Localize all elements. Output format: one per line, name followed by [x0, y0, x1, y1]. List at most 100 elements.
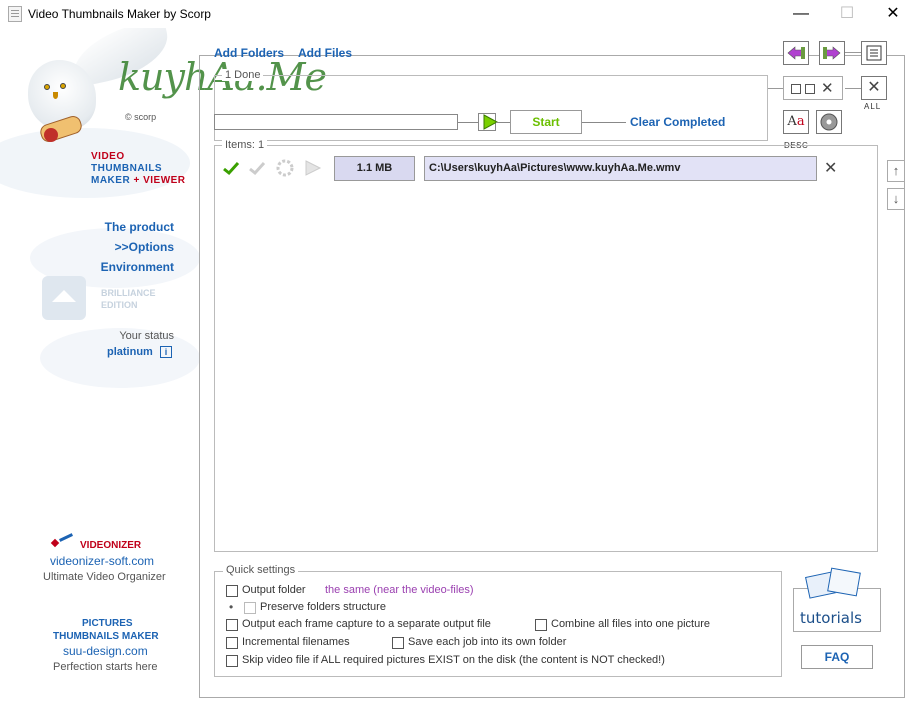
play-button[interactable] — [478, 113, 499, 131]
gear-gray-icon[interactable] — [274, 157, 296, 179]
promo-ptm-tag: Perfection starts here — [53, 661, 158, 673]
progress-group — [214, 75, 768, 141]
promo-videonizer-title: VIDEONIZER — [80, 540, 142, 551]
quick-settings-label: Quick settings — [223, 564, 299, 576]
list-view-button[interactable] — [861, 41, 887, 65]
table-row[interactable]: 1.1 MB C:\Users\kuyhAa\Pictures\www.kuyh… — [222, 156, 837, 182]
incremental-checkbox[interactable] — [226, 637, 238, 649]
app-icon — [8, 6, 22, 22]
connector-line — [458, 122, 478, 123]
tutorials-label[interactable]: tutorials — [800, 609, 862, 627]
skip-video-label: Skip video file if ALL required pictures… — [242, 654, 665, 666]
square-icon — [791, 84, 801, 94]
brand-maker: MAKER — [91, 175, 131, 186]
picture-frame-icon — [827, 567, 861, 597]
sidebar: © scorp VIDEO THUMBNAILS MAKER + VIEWER … — [0, 28, 200, 721]
save-each-job-label: Save each job into its own folder — [408, 636, 567, 648]
connector-line — [582, 122, 626, 123]
promo-videonizer-link[interactable]: videonizer-soft.com — [50, 554, 154, 568]
combine-all-checkbox[interactable] — [535, 619, 547, 631]
font-icon: Aa — [787, 114, 805, 129]
edition-line1: BRILLIANCE — [101, 288, 156, 298]
add-folders-link[interactable]: Add Folders — [214, 46, 284, 60]
videonizer-logo-icon — [50, 533, 76, 548]
scorp-label: © scorp — [125, 112, 157, 122]
preserve-bullet: • — [229, 600, 234, 614]
check-green-icon[interactable] — [222, 160, 240, 176]
promo-ptm-title1: PICTURES — [82, 618, 133, 629]
disc-icon — [820, 113, 838, 131]
brand-plus: + — [133, 175, 140, 186]
brand-viewer: VIEWER — [143, 175, 186, 186]
save-each-job-checkbox[interactable] — [392, 637, 404, 649]
remove-all-button[interactable]: ✕ — [861, 76, 887, 100]
output-folder-label: Output folder — [242, 584, 306, 596]
title-bar: Video Thumbnails Maker by Scorp — ☐ ✕ — [0, 0, 916, 28]
faq-button[interactable]: FAQ — [801, 645, 873, 669]
promo-ptm-title2: THUMBNAILS MAKER — [53, 631, 159, 642]
separate-file-checkbox[interactable] — [226, 619, 238, 631]
minimize-button[interactable]: — — [778, 0, 824, 28]
info-icon: i — [160, 346, 172, 358]
move-out-button[interactable] — [819, 41, 845, 65]
edition-icon — [42, 276, 86, 320]
check-gray-icon[interactable] — [248, 160, 266, 176]
connector-line — [845, 52, 861, 53]
status-value: platinum — [107, 346, 153, 358]
edition-line2: EDITION — [101, 300, 138, 310]
list-icon — [866, 45, 882, 61]
close-button[interactable]: ✕ — [870, 0, 916, 28]
items-label: Items: 1 — [222, 139, 268, 151]
clear-completed-link[interactable]: Clear Completed — [630, 115, 725, 129]
font-settings-button[interactable]: Aa — [783, 110, 809, 134]
status-label: Your status — [119, 330, 174, 342]
status-info-button[interactable]: i — [160, 346, 172, 358]
arrow-gray-icon[interactable] — [302, 157, 324, 179]
x-icon: ✕ — [821, 80, 834, 97]
start-button[interactable]: Start — [510, 110, 582, 134]
output-folder-value[interactable]: the same (near the video-files) — [325, 584, 474, 596]
progress-label: 1 Done — [222, 69, 264, 81]
tutorials-icon — [805, 567, 865, 608]
preserve-structure-checkbox[interactable] — [244, 602, 256, 614]
square-icon — [805, 84, 815, 94]
skip-video-checkbox[interactable] — [226, 655, 238, 667]
item-path[interactable]: C:\Users\kuyhAa\Pictures\www.kuyhAa.Me.w… — [424, 156, 817, 181]
promo-videonizer-tag: Ultimate Video Organizer — [43, 571, 166, 583]
owl-beak-icon — [53, 92, 58, 99]
connector-line — [845, 88, 861, 89]
logo-mark — [59, 533, 73, 542]
item-size: 1.1 MB — [334, 156, 415, 181]
add-files-link[interactable]: Add Files — [298, 46, 352, 60]
brand-thumbnails: THUMBNAILS — [91, 163, 163, 174]
combine-all-label: Combine all files into one picture — [551, 618, 710, 630]
items-group — [214, 145, 878, 552]
brand-video: VIDEO — [91, 151, 125, 162]
logo-mark — [50, 538, 60, 548]
nav-environment[interactable]: Environment — [101, 260, 174, 274]
nav-options[interactable]: >>Options — [115, 240, 174, 254]
connector-line — [768, 88, 783, 89]
select-toggle-button[interactable]: ✕ — [783, 76, 843, 100]
maximize-button[interactable]: ☐ — [824, 0, 870, 28]
move-down-button[interactable]: ↓ — [887, 188, 905, 210]
move-up-button[interactable]: ↑ — [887, 160, 905, 182]
window-title: Video Thumbnails Maker by Scorp — [28, 7, 211, 21]
nav-the-product[interactable]: The product — [105, 220, 174, 234]
preserve-structure-label: Preserve folders structure — [260, 601, 386, 613]
arrow-in-icon — [787, 46, 805, 60]
disc-button[interactable] — [816, 110, 842, 134]
separate-file-label: Output each frame capture to a separate … — [242, 618, 491, 630]
remove-item-icon[interactable]: ✕ — [824, 158, 837, 178]
owl-eye-icon — [44, 84, 50, 90]
connector-line — [496, 122, 510, 123]
output-folder-checkbox[interactable] — [226, 585, 238, 597]
arrow-out-icon — [823, 46, 841, 60]
edition-arrow-icon — [52, 290, 76, 302]
incremental-label: Incremental filenames — [242, 636, 350, 648]
progress-bar — [214, 114, 458, 130]
remove-all-icon: ✕ — [867, 79, 881, 96]
move-in-button[interactable] — [783, 41, 809, 65]
promo-ptm-link[interactable]: suu-design.com — [63, 644, 148, 658]
brand-maker-viewer: MAKER + VIEWER — [91, 175, 186, 186]
